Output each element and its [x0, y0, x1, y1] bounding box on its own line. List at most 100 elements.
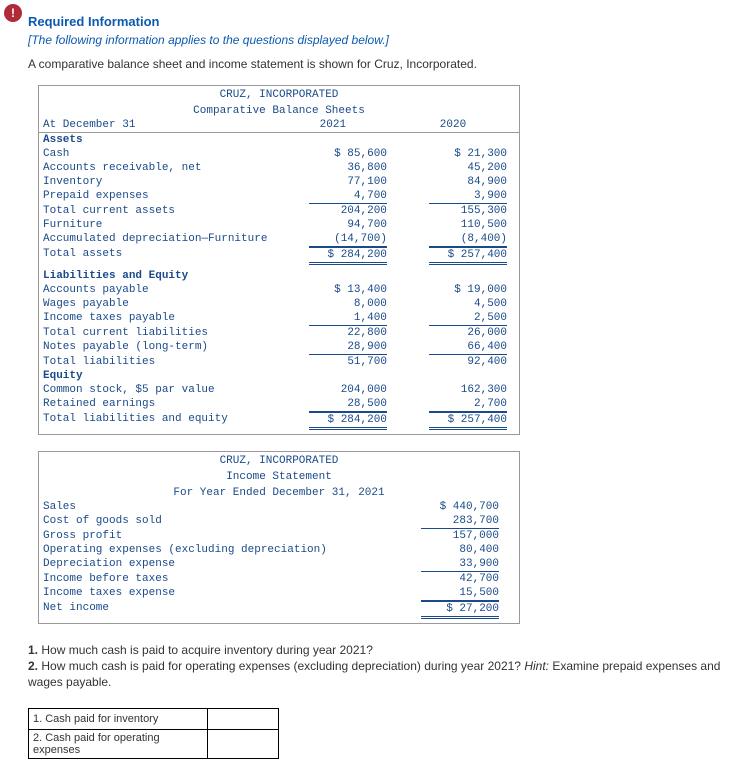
label-cash: Cash: [39, 147, 279, 161]
label-wp: Wages payable: [39, 297, 279, 311]
row-cash: Cash $ 85,600 $ 21,300: [39, 147, 519, 161]
is-title-statement: Income Statement: [39, 468, 519, 484]
row-tle: Total liabilities and equity $ 284,200 $…: [39, 412, 519, 430]
label-ta: Total assets: [39, 247, 279, 265]
row-ar: Accounts receivable, net 36,800 45,200: [39, 161, 519, 175]
row-furniture: Furniture 94,700 110,500: [39, 218, 519, 232]
ta-2021: $ 284,200: [309, 247, 387, 265]
label-cogs: Cost of goods sold: [39, 514, 360, 529]
ibt-value: 42,700: [360, 572, 519, 586]
wp-2021: 8,000: [279, 297, 399, 311]
is-title-period: For Year Ended December 31, 2021: [39, 484, 519, 500]
row-ni: Net income $ 27,200: [39, 601, 519, 619]
row-np: Notes payable (long-term) 28,900 66,400: [39, 340, 519, 355]
ta-2020: $ 257,400: [429, 247, 507, 265]
row-gp: Gross profit 157,000: [39, 529, 519, 543]
row-ap: Accounts payable $ 13,400 $ 19,000: [39, 283, 519, 297]
label-inventory: Inventory: [39, 175, 279, 189]
liab-equity-header: Liabilities and Equity: [39, 269, 283, 283]
tca-2020: 155,300: [399, 204, 519, 218]
ar-2021: 36,800: [279, 161, 399, 175]
balance-sheet-table: CRUZ, INCORPORATED Comparative Balance S…: [38, 85, 520, 435]
label-ibt: Income before taxes: [39, 572, 360, 586]
row-prepaid: Prepaid expenses 4,700 3,900: [39, 189, 519, 204]
bs-title-sheet: Comparative Balance Sheets: [39, 102, 519, 118]
label-accdep: Accumulated depreciation—Furniture: [39, 232, 279, 247]
q1-text: How much cash is paid to acquire invento…: [41, 643, 373, 657]
row-inventory: Inventory 77,100 84,900: [39, 175, 519, 189]
required-info-title: Required Information: [28, 14, 745, 29]
q2-hint-label: Hint:: [524, 659, 549, 673]
label-tca: Total current assets: [39, 204, 279, 218]
q2-number: 2.: [28, 659, 38, 673]
row-itp: Income taxes payable 1,400 2,500: [39, 311, 519, 326]
answer-row-2: 2. Cash paid for operating expenses: [29, 730, 279, 759]
dep-value: 33,900: [421, 557, 499, 572]
row-wp: Wages payable 8,000 4,500: [39, 297, 519, 311]
q1-number: 1.: [28, 643, 38, 657]
inv-2020: 84,900: [399, 175, 519, 189]
tle-2020: $ 257,400: [429, 412, 507, 430]
tl-2020: 92,400: [399, 355, 519, 369]
bs-col-2020: 2020: [399, 118, 519, 132]
re-2021: 28,500: [309, 397, 387, 412]
row-opex: Operating expenses (excluding depreciati…: [39, 543, 519, 557]
furn-2021: 94,700: [279, 218, 399, 232]
row-cs: Common stock, $5 par value 204,000 162,3…: [39, 383, 519, 397]
cash-2021: $ 85,600: [279, 147, 399, 161]
row-tca: Total current assets 204,200 155,300: [39, 204, 519, 218]
label-gp: Gross profit: [39, 529, 360, 543]
row-tax: Income taxes expense 15,500: [39, 586, 519, 601]
label-itp: Income taxes payable: [39, 311, 279, 326]
prepaid-2021: 4,700: [309, 189, 387, 204]
questions-block: 1. How much cash is paid to acquire inve…: [28, 642, 735, 690]
prepaid-2020: 3,900: [429, 189, 507, 204]
cash-paid-inventory-input[interactable]: [208, 711, 278, 727]
label-tl: Total liabilities: [39, 355, 279, 369]
label-re: Retained earnings: [39, 397, 279, 412]
furn-2020: 110,500: [399, 218, 519, 232]
row-re: Retained earnings 28,500 2,700: [39, 397, 519, 412]
tcl-2021: 22,800: [279, 326, 399, 340]
income-statement-table: CRUZ, INCORPORATED Income Statement For …: [38, 451, 520, 624]
label-sales: Sales: [39, 500, 360, 514]
label-ar: Accounts receivable, net: [39, 161, 279, 175]
tcl-2020: 26,000: [399, 326, 519, 340]
label-prepaid: Prepaid expenses: [39, 189, 279, 204]
tca-2021: 204,200: [279, 204, 399, 218]
inv-2021: 77,100: [279, 175, 399, 189]
assets-header: Assets: [39, 133, 283, 147]
answer-label-2: 2. Cash paid for operating expenses: [29, 730, 208, 759]
is-title-company: CRUZ, INCORPORATED: [39, 452, 519, 468]
cash-paid-opex-input[interactable]: [208, 736, 278, 752]
equity-header: Equity: [39, 369, 283, 383]
cash-2020: $ 21,300: [399, 147, 519, 161]
cs-2020: 162,300: [399, 383, 519, 397]
bs-col-2021: 2021: [279, 118, 399, 132]
q2-text: How much cash is paid for operating expe…: [41, 659, 524, 673]
tax-value: 15,500: [421, 586, 499, 601]
intro-text: A comparative balance sheet and income s…: [28, 57, 745, 71]
bs-header-row: At December 31 2021 2020: [39, 118, 519, 133]
row-cogs: Cost of goods sold 283,700: [39, 514, 519, 529]
row-tl: Total liabilities 51,700 92,400: [39, 355, 519, 369]
ap-2021: $ 13,400: [279, 283, 399, 297]
bs-date-label: At December 31: [39, 118, 279, 132]
answer-label-1: 1. Cash paid for inventory: [29, 709, 208, 730]
row-tcl: Total current liabilities 22,800 26,000: [39, 326, 519, 340]
accdep-2021: (14,700): [309, 232, 387, 247]
label-cs: Common stock, $5 par value: [39, 383, 279, 397]
bs-title-company: CRUZ, INCORPORATED: [39, 86, 519, 102]
row-ibt: Income before taxes 42,700: [39, 572, 519, 586]
cs-2021: 204,000: [279, 383, 399, 397]
label-ap: Accounts payable: [39, 283, 279, 297]
label-tax: Income taxes expense: [39, 586, 360, 601]
row-accdep: Accumulated depreciation—Furniture (14,7…: [39, 232, 519, 247]
sales-value: $ 440,700: [360, 500, 519, 514]
label-ni: Net income: [39, 601, 360, 619]
wp-2020: 4,500: [399, 297, 519, 311]
gp-value: 157,000: [360, 529, 519, 543]
alert-icon: !: [4, 4, 22, 22]
row-sales: Sales $ 440,700: [39, 500, 519, 514]
np-2020: 66,400: [429, 340, 507, 355]
